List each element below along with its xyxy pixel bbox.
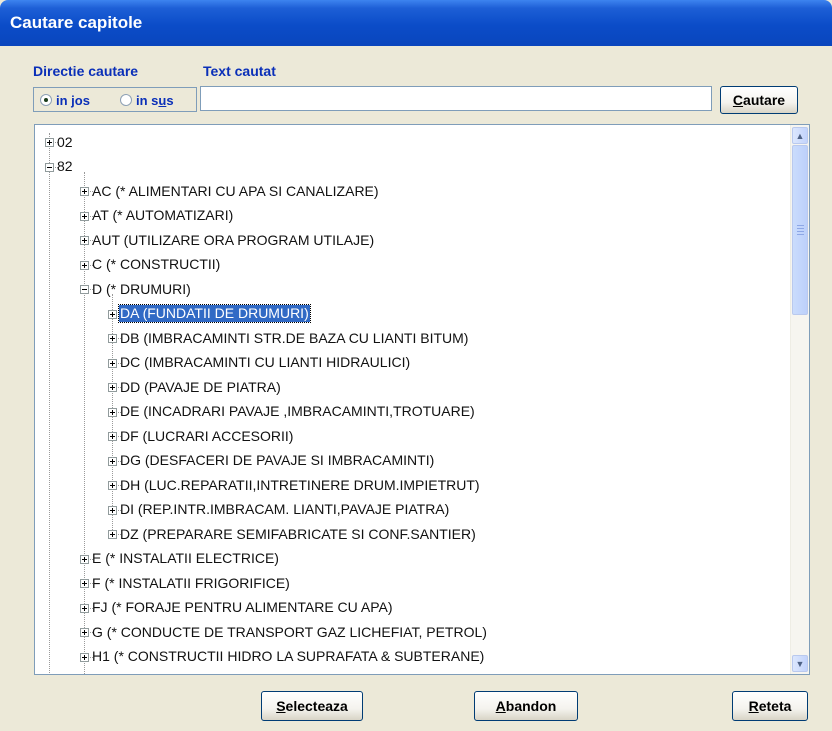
tree-node-label[interactable]: DB (IMBRACAMINTI STR.DE BAZA CU LIANTI B… bbox=[119, 330, 469, 347]
tree-node-label[interactable]: DI (REP.INTR.IMBRACAM. LIANTI,PAVAJE PIA… bbox=[119, 501, 450, 518]
tree-content: 02 82 AC (* ALIMENTARI CU APA SI CANALIZAR… bbox=[35, 125, 790, 674]
tree-guide-line bbox=[84, 171, 85, 674]
expand-icon[interactable] bbox=[80, 579, 89, 588]
collapse-icon[interactable] bbox=[80, 285, 89, 294]
expand-icon[interactable] bbox=[108, 530, 117, 539]
expand-icon[interactable] bbox=[108, 481, 117, 490]
tree-node-label[interactable]: H1 (* CONSTRUCTII HIDRO LA SUPRAFATA & S… bbox=[91, 648, 485, 665]
expand-icon[interactable] bbox=[108, 358, 117, 368]
recipe-button[interactable]: Reteta bbox=[732, 691, 808, 721]
collapse-icon[interactable] bbox=[45, 162, 54, 172]
tree-node-label[interactable]: D (* DRUMURI) bbox=[91, 281, 192, 298]
select-button[interactable]: Selecteaza bbox=[261, 691, 363, 721]
expand-icon[interactable] bbox=[80, 628, 89, 637]
radio-down-label: in jos bbox=[56, 92, 90, 108]
search-button[interactable]: Cautare bbox=[720, 86, 798, 114]
title-bar[interactable]: Cautare capitole bbox=[0, 0, 832, 46]
expand-icon[interactable] bbox=[108, 383, 117, 392]
expand-icon[interactable] bbox=[80, 187, 89, 196]
expand-icon[interactable] bbox=[80, 236, 89, 245]
scroll-down-arrow-icon[interactable]: ▼ bbox=[792, 655, 808, 672]
expand-icon[interactable] bbox=[108, 334, 117, 343]
scroll-thumb[interactable] bbox=[792, 145, 808, 315]
chapter-tree[interactable]: 02 82 AC (* ALIMENTARI CU APA SI CANALIZAR… bbox=[34, 124, 810, 675]
abandon-button[interactable]: Abandon bbox=[474, 691, 578, 721]
tree-node-label[interactable]: F (* INSTALATII FRIGORIFICE) bbox=[91, 575, 291, 592]
radio-down[interactable]: in jos bbox=[40, 92, 90, 108]
window-title: Cautare capitole bbox=[10, 13, 143, 32]
expand-icon[interactable] bbox=[80, 652, 89, 662]
expand-icon[interactable] bbox=[45, 138, 54, 147]
tree-node-label[interactable]: DZ (PREPARARE SEMIFABRICATE SI CONF.SANT… bbox=[119, 526, 477, 543]
tree-node-label[interactable]: AUT (UTILIZARE ORA PROGRAM UTILAJE) bbox=[91, 232, 375, 249]
scroll-up-arrow-icon[interactable]: ▲ bbox=[792, 127, 808, 144]
tree-node-label[interactable]: C (* CONSTRUCTII) bbox=[91, 256, 221, 273]
search-text-input[interactable] bbox=[200, 86, 712, 111]
vertical-scrollbar[interactable]: ▲ ▼ bbox=[790, 125, 809, 674]
tree-node-label[interactable]: DC (IMBRACAMINTI CU LIANTI HIDRAULICI) bbox=[119, 354, 411, 371]
search-chapters-dialog: Cautare capitole Directie cautare Text c… bbox=[0, 0, 832, 731]
tree-node-label[interactable]: AT (* AUTOMATIZARI) bbox=[91, 207, 234, 224]
expand-icon[interactable] bbox=[108, 456, 117, 466]
expand-icon[interactable] bbox=[108, 505, 117, 515]
tree-node-label[interactable]: DA (FUNDATII DE DRUMURI) bbox=[118, 304, 311, 323]
radio-up-label: in sus bbox=[136, 92, 174, 108]
expand-icon[interactable] bbox=[108, 432, 117, 441]
expand-icon[interactable] bbox=[80, 554, 89, 564]
tree-node-label[interactable]: AC (* ALIMENTARI CU APA SI CANALIZARE) bbox=[91, 183, 380, 200]
tree-node-label[interactable]: FJ (* FORAJE PENTRU ALIMENTARE CU APA) bbox=[91, 599, 394, 616]
tree-guide-line bbox=[49, 133, 50, 674]
expand-icon[interactable] bbox=[108, 407, 117, 417]
tree-node-label[interactable]: G (* CONDUCTE DE TRANSPORT GAZ LICHEFIAT… bbox=[91, 624, 488, 641]
tree-node-label[interactable]: DF (LUCRARI ACCESORII) bbox=[119, 428, 294, 445]
direction-label: Directie cautare bbox=[33, 63, 139, 79]
search-text-label: Text cautat bbox=[203, 63, 276, 79]
tree-node-label[interactable]: DE (INCADRARI PAVAJE ,IMBRACAMINTI,TROTU… bbox=[119, 403, 476, 420]
radio-up-indicator[interactable] bbox=[120, 94, 132, 106]
expand-icon[interactable] bbox=[108, 309, 117, 319]
tree-node-label[interactable]: 82 bbox=[56, 158, 74, 175]
expand-icon[interactable] bbox=[80, 603, 89, 613]
tree-node-label[interactable]: DG (DESFACERI DE PAVAJE SI IMBRACAMINTI) bbox=[119, 452, 435, 469]
radio-up[interactable]: in sus bbox=[120, 92, 174, 108]
direction-radio-group: in jos in sus bbox=[33, 87, 197, 112]
expand-icon[interactable] bbox=[80, 211, 89, 221]
tree-node-label[interactable]: DH (LUC.REPARATII,INTRETINERE DRUM.IMPIE… bbox=[119, 477, 481, 494]
radio-down-indicator[interactable] bbox=[40, 94, 52, 106]
tree-node-label[interactable]: E (* INSTALATII ELECTRICE) bbox=[91, 550, 280, 567]
tree-node-label[interactable]: DD (PAVAJE DE PIATRA) bbox=[119, 379, 282, 396]
tree-node-label[interactable]: 02 bbox=[56, 134, 74, 151]
expand-icon[interactable] bbox=[80, 260, 89, 270]
